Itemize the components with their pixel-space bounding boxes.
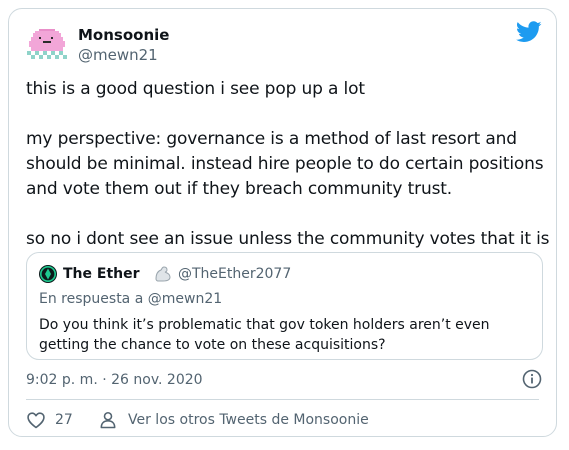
divider	[26, 399, 539, 400]
person-icon	[100, 411, 116, 429]
quoted-avatar	[39, 265, 57, 283]
tweet-card: Monsoonie @mewn21 this is a good questio…	[8, 8, 557, 437]
quoted-tweet-text: Do you think it’s problematic that gov t…	[39, 317, 490, 353]
flexed-biceps-icon	[155, 266, 171, 282]
quoted-author-handle: @TheEther2077	[178, 266, 292, 282]
quoted-tweet[interactable]: The Ether @TheEther2077 En respuesta a @…	[26, 252, 543, 360]
author-handle[interactable]: @mewn21	[78, 46, 158, 64]
twitter-bird-icon[interactable]	[516, 21, 542, 43]
more-tweets-label: Ver los otros Tweets de Monsoonie	[128, 412, 369, 428]
like-button[interactable]: 27	[26, 410, 73, 430]
avatar[interactable]	[25, 25, 69, 61]
info-icon[interactable]	[522, 369, 542, 389]
reply-context: En respuesta a @mewn21	[39, 291, 223, 307]
like-count: 27	[55, 412, 73, 428]
heart-icon	[27, 412, 45, 429]
quoted-author-name: The Ether	[63, 266, 140, 282]
tweet-text: this is a good question i see pop up a l…	[26, 79, 550, 249]
tweet-timestamp[interactable]: 9:02 p. m. · 26 nov. 2020	[26, 371, 203, 389]
more-tweets-link[interactable]: Ver los otros Tweets de Monsoonie	[98, 410, 369, 430]
author-name[interactable]: Monsoonie	[78, 26, 169, 44]
